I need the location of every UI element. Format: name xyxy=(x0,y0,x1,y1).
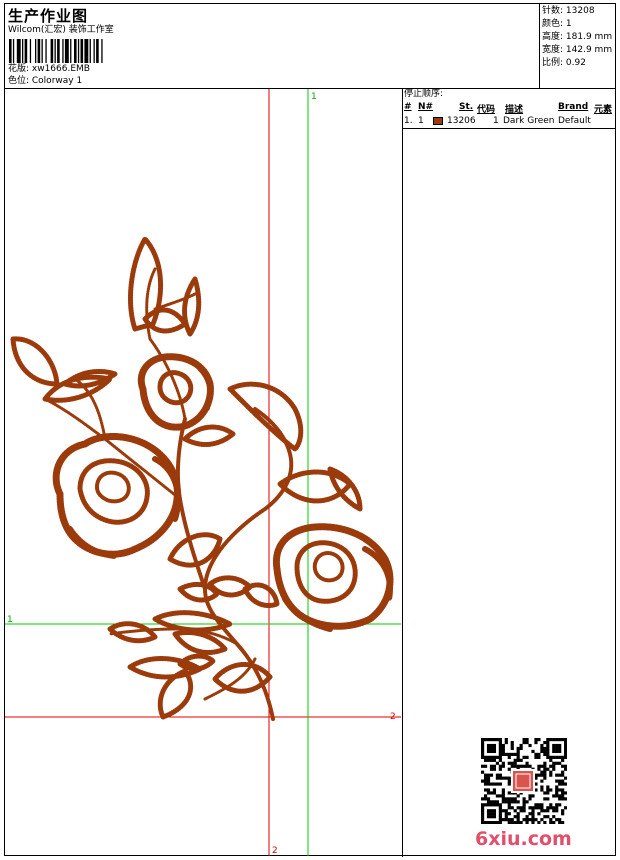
stat-stitches: 针数: 13208 xyxy=(542,6,595,16)
design-file-label: 花版: xw1666.EMB xyxy=(8,64,90,74)
sheet-title: 生产作业图 xyxy=(8,7,89,25)
col-header-element: 元素 xyxy=(594,105,613,115)
rose-embroidery-design xyxy=(10,236,394,721)
stats-panel: 针数: 13208 颜色: 1 高度: 181.9 mm 宽度: 142.9 m… xyxy=(542,5,612,70)
colorway-label: 色位: Colorway 1 xyxy=(8,76,83,86)
stats-divider xyxy=(539,4,540,88)
col-header-brand: Brand xyxy=(558,102,589,112)
table-bottom-line xyxy=(402,128,615,129)
stat-colors: 颜色: 1 xyxy=(542,19,572,29)
thread-color-swatch xyxy=(433,117,443,125)
stat-scale: 比例: 0.92 xyxy=(542,58,586,68)
col-header-st: St. xyxy=(459,102,474,112)
right-panel-divider xyxy=(402,88,403,857)
stop-sequence-title: 停止顺序: xyxy=(404,89,444,99)
green-guide-label-1: 1 xyxy=(311,92,317,102)
col-header-n: N# xyxy=(418,102,434,112)
col-header-code: 代码 xyxy=(477,105,496,115)
red-guide-label-2h: 2 xyxy=(390,712,396,722)
col-header-num: # xyxy=(404,102,412,112)
stat-height: 高度: 181.9 mm xyxy=(542,32,613,42)
col-header-desc: 描述 xyxy=(505,105,524,115)
red-guide-label-2v: 2 xyxy=(272,846,278,856)
company-name: Wilcom(汇宏) 装饰工作室 xyxy=(8,25,114,35)
barcode-image xyxy=(9,39,103,63)
watermark-logo: 6xiu.com xyxy=(475,828,572,850)
stat-width: 宽度: 142.9 mm xyxy=(542,45,613,55)
production-sheet: 生产作业图 Wilcom(汇宏) 装饰工作室 花版: xw1666.EMB 色位… xyxy=(4,3,616,857)
green-guide-label-1h: 1 xyxy=(7,615,13,625)
embroidery-canvas: 1 1 2 2 xyxy=(5,89,401,856)
qr-code-image xyxy=(481,738,567,824)
